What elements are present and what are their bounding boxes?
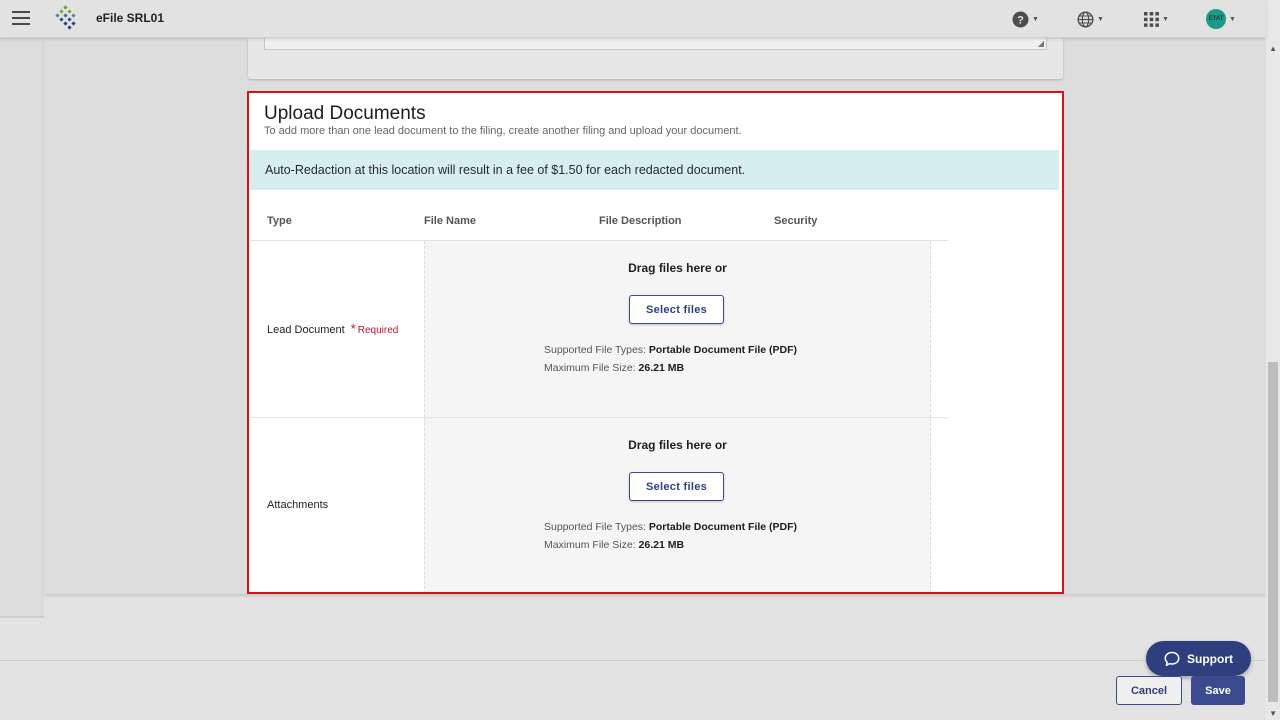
scrollbar-thumb[interactable] [1268, 362, 1278, 702]
apps-menu-button[interactable]: ▼ [1144, 8, 1169, 30]
chevron-down-icon: ▼ [1097, 15, 1104, 23]
drag-instructions: Drag files here or [628, 438, 727, 452]
row-type-attachments: Attachments [267, 499, 328, 511]
divider [0, 616, 44, 618]
upload-documents-card: Upload Documents To add more than one le… [247, 91, 1064, 594]
scroll-up-icon[interactable]: ▲ [1269, 44, 1277, 53]
supported-file-types: Supported File Types: Portable Document … [544, 521, 797, 533]
globe-icon [1077, 10, 1094, 28]
chevron-down-icon: ▼ [1162, 15, 1169, 23]
app-title: eFile SRL01 [96, 11, 165, 25]
avatar: ETAT [1206, 9, 1226, 29]
supported-file-types: Supported File Types: Portable Document … [544, 344, 797, 356]
logo-icon [55, 5, 76, 30]
footer-divider [0, 660, 1266, 661]
left-panel [0, 38, 44, 616]
row-type-lead-document: Lead Document * Required [267, 321, 398, 336]
row-type-label: Lead Document [267, 324, 345, 336]
apps-grid-icon [1144, 11, 1159, 27]
column-header-file-name: File Name [424, 215, 476, 227]
dropzone-lead-document[interactable]: Drag files here or Select files Supporte… [424, 241, 931, 417]
select-files-button[interactable]: Select files [629, 472, 724, 501]
chat-bubble-icon [1164, 651, 1180, 666]
maximum-file-size: Maximum File Size: 26.21 MB [544, 539, 684, 551]
user-menu-button[interactable]: ETAT ▼ [1206, 8, 1236, 30]
help-menu-button[interactable]: ? ▼ [1012, 8, 1039, 30]
maximum-file-size-value: 26.21 MB [638, 539, 685, 551]
support-label: Support [1187, 651, 1233, 666]
save-button[interactable]: Save [1191, 676, 1245, 705]
cancel-button[interactable]: Cancel [1116, 676, 1182, 705]
svg-text:?: ? [1017, 14, 1024, 26]
chevron-down-icon: ▼ [1229, 15, 1236, 23]
maximum-file-size-label: Maximum File Size: [544, 539, 636, 551]
help-icon: ? [1012, 11, 1029, 27]
redaction-notice-text: Auto-Redaction at this location will res… [265, 163, 746, 177]
chevron-down-icon: ▼ [1032, 15, 1039, 23]
maximum-file-size-value: 26.21 MB [638, 362, 685, 374]
menu-icon[interactable] [12, 11, 30, 25]
redaction-notice: Auto-Redaction at this location will res… [250, 150, 1059, 190]
section-title: Upload Documents [264, 103, 426, 124]
scrollbar[interactable]: ▲ ▼ [1266, 0, 1280, 720]
supported-file-types-label: Supported File Types: [544, 521, 646, 533]
previous-section-card: ◢ [248, 38, 1063, 79]
resize-grip-icon[interactable]: ◢ [1038, 39, 1044, 48]
column-header-type: Type [267, 215, 292, 227]
select-files-button[interactable]: Select files [629, 295, 724, 324]
comments-textarea[interactable]: ◢ [264, 38, 1047, 50]
required-label: Required [357, 325, 399, 336]
maximum-file-size: Maximum File Size: 26.21 MB [544, 362, 684, 374]
column-header-security: Security [774, 215, 818, 227]
support-button[interactable]: Support [1146, 641, 1251, 676]
scroll-down-icon[interactable]: ▼ [1269, 709, 1277, 718]
supported-file-types-value: Portable Document File (PDF) [648, 521, 798, 533]
dropzone-attachments[interactable]: Drag files here or Select files Supporte… [424, 418, 931, 592]
top-bar: eFile SRL01 ? ▼ ▼ ▼ ETAT ▼ [0, 0, 1266, 38]
required-marker: * [350, 321, 356, 336]
section-subtitle: To add more than one lead document to th… [264, 125, 742, 137]
row-type-label: Attachments [267, 499, 329, 511]
language-menu-button[interactable]: ▼ [1077, 8, 1104, 30]
column-header-file-description: File Description [599, 215, 682, 227]
maximum-file-size-label: Maximum File Size: [544, 362, 636, 374]
supported-file-types-label: Supported File Types: [544, 344, 646, 356]
drag-instructions: Drag files here or [628, 261, 727, 275]
supported-file-types-value: Portable Document File (PDF) [648, 344, 798, 356]
